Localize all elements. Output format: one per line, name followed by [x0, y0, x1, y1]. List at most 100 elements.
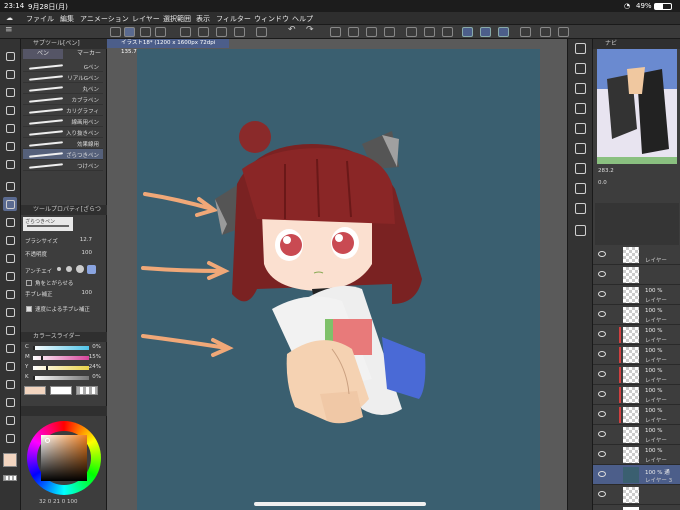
layer-row[interactable]: 100 % 通レイヤー 3 [593, 465, 680, 485]
stabilizer-1-icon[interactable] [462, 27, 473, 37]
clear-icon[interactable] [330, 27, 341, 37]
open-file-icon[interactable] [198, 27, 209, 37]
main-color-swatch[interactable] [3, 453, 17, 467]
panel-icon-8[interactable] [575, 203, 586, 214]
panel-icon-2[interactable] [575, 83, 586, 94]
cmyk-slider[interactable] [33, 376, 89, 380]
layer-row[interactable]: 100 % レイヤー [593, 345, 680, 365]
menu-toggle-icon[interactable] [110, 27, 121, 37]
eye-icon[interactable] [598, 351, 606, 357]
sharp-corners-checkbox[interactable] [26, 280, 32, 286]
stabilizer-value[interactable]: 100 [82, 290, 93, 296]
eye-icon[interactable] [598, 491, 606, 497]
blend-tool-icon[interactable] [3, 287, 17, 301]
redo-icon[interactable]: ↷ [306, 25, 317, 35]
cmyk-knob[interactable] [46, 366, 49, 370]
swatch-white[interactable] [50, 386, 72, 395]
app-logo-icon[interactable]: ☁ [6, 14, 13, 22]
brush-item[interactable]: 線画用ペン [23, 116, 103, 127]
menu-animation[interactable]: アニメーション [80, 14, 129, 24]
brush-item[interactable]: カリグラフィ [23, 105, 103, 116]
navigator-angle[interactable]: 0.0 [598, 180, 607, 186]
brush-item[interactable]: カブラペン [23, 94, 103, 105]
decoration-tool-icon[interactable] [3, 251, 17, 265]
layer-row[interactable]: 100 % レイヤー [593, 305, 680, 325]
layer-row[interactable]: 100 % レイヤー [593, 425, 680, 445]
swatch-skin[interactable] [24, 386, 46, 395]
menu-view[interactable]: 表示 [196, 14, 210, 24]
lasso-tool-icon[interactable] [3, 103, 17, 117]
menu-window[interactable]: ウィンドウ [254, 14, 289, 24]
balloon-tool-icon[interactable] [3, 413, 17, 427]
transparent-color-icon[interactable] [3, 475, 17, 481]
undo-icon[interactable]: ↶ [288, 25, 299, 35]
antialias-weak-icon[interactable] [66, 266, 72, 272]
layer-row[interactable]: レイヤー [593, 245, 680, 265]
airbrush-tool-icon[interactable] [3, 233, 17, 247]
ruler-tool-icon[interactable] [3, 377, 17, 391]
cmyk-slider[interactable] [33, 346, 89, 350]
menu-selection[interactable]: 選択範囲 [163, 14, 191, 24]
panel-icon-6[interactable] [575, 163, 586, 174]
select-all-icon[interactable] [442, 27, 453, 37]
panel-icon-3[interactable] [575, 103, 586, 114]
transform-icon[interactable] [348, 27, 359, 37]
cmyk-slider[interactable] [33, 366, 89, 370]
layer-row[interactable]: 100 % レイヤー [593, 405, 680, 425]
tab-marker[interactable]: マーカー [63, 49, 103, 59]
eye-icon[interactable] [598, 291, 606, 297]
save-icon[interactable] [216, 27, 227, 37]
layer-row[interactable]: 用紙 [593, 505, 680, 510]
eye-icon[interactable] [598, 431, 606, 437]
layer-row[interactable]: 100 % レイヤー [593, 445, 680, 465]
brush-item[interactable]: ざらつきペン [23, 149, 103, 160]
eye-icon[interactable] [598, 451, 606, 457]
select-none-icon[interactable] [406, 27, 417, 37]
menu-layer[interactable]: レイヤー [132, 14, 160, 24]
cmyk-slider[interactable] [33, 356, 89, 360]
panel-icon-7[interactable] [575, 183, 586, 194]
fill-icon[interactable] [366, 27, 377, 37]
eraser-tool-icon[interactable] [3, 269, 17, 283]
eyedropper-icon[interactable] [3, 139, 17, 153]
navigator-zoom[interactable]: 283.2 [598, 168, 614, 174]
menu-help[interactable]: ヘルプ [292, 14, 313, 24]
invert-select-icon[interactable] [424, 27, 435, 37]
brush-tool-icon[interactable] [3, 215, 17, 229]
adjust-icon[interactable] [140, 27, 151, 37]
drawing-canvas[interactable] [137, 49, 540, 510]
layer-row[interactable]: 100 % レイヤー [593, 325, 680, 345]
operation-tool-icon[interactable] [3, 85, 17, 99]
eye-icon[interactable] [598, 411, 606, 417]
crop-icon[interactable] [384, 27, 395, 37]
panel-icon-4[interactable] [575, 123, 586, 134]
star-icon[interactable] [575, 43, 586, 54]
navigator-preview[interactable] [597, 49, 677, 164]
magic-wand-icon[interactable] [3, 121, 17, 135]
menu-file[interactable]: ファイル [26, 14, 54, 24]
layer-row[interactable]: 100 % レイヤー [593, 365, 680, 385]
stabilizer-3-icon[interactable] [498, 27, 509, 37]
zoom-tool-icon[interactable] [3, 49, 17, 63]
hand-tool-icon[interactable] [3, 67, 17, 81]
hamburger-icon[interactable]: ≡ [5, 25, 16, 35]
brush-size-value[interactable]: 12.7 [80, 237, 92, 243]
eye-icon[interactable] [598, 371, 606, 377]
color-picker-handle[interactable] [45, 438, 50, 443]
move-layer-icon[interactable] [3, 157, 17, 171]
grid-icon[interactable] [558, 27, 569, 37]
brush-item[interactable]: 効果線用 [23, 138, 103, 149]
brush-item[interactable]: 丸ペン [23, 83, 103, 94]
panel-icon-1[interactable] [575, 63, 586, 74]
swatch-transparent[interactable] [76, 386, 98, 395]
figure-tool-icon[interactable] [3, 341, 17, 355]
cmyk-knob[interactable] [41, 356, 44, 360]
text-tool-icon[interactable] [3, 395, 17, 409]
panel-icon-5[interactable] [575, 143, 586, 154]
star-icon-2[interactable] [575, 225, 586, 236]
menu-edit[interactable]: 編集 [60, 14, 74, 24]
new-file-icon[interactable] [180, 27, 191, 37]
antialias-options[interactable] [57, 265, 97, 274]
layer-row[interactable] [593, 485, 680, 505]
frame-tool-icon[interactable] [3, 359, 17, 373]
